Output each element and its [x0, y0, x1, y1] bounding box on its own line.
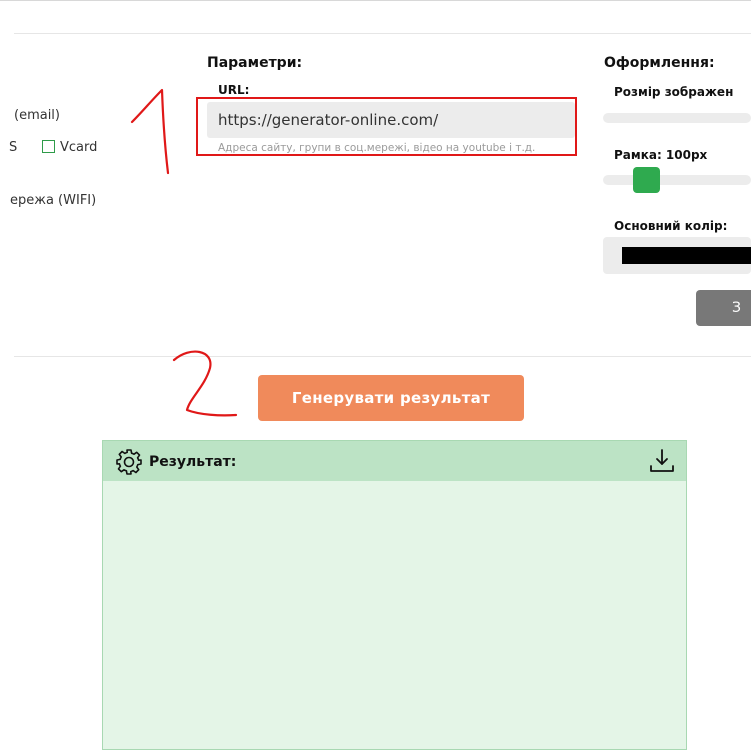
option-sms-label: S — [9, 140, 18, 155]
result-panel: Результат: — [102, 440, 687, 750]
image-size-slider[interactable] — [603, 113, 751, 123]
params-title: Параметри: — [207, 55, 303, 71]
option-email-label: (email) — [14, 108, 60, 123]
frame-slider[interactable] — [603, 175, 751, 185]
main-color-label: Основний колір: — [614, 219, 728, 233]
option-sms[interactable]: S — [9, 140, 17, 155]
result-title: Результат: — [149, 454, 237, 470]
main-color-swatch[interactable] — [622, 247, 751, 264]
option-vcard-label: Vcard — [60, 140, 98, 155]
top-separator — [14, 33, 751, 34]
top-border — [0, 0, 751, 3]
option-email[interactable]: (email) — [14, 108, 60, 123]
frame-label: Рамка: 100px — [614, 148, 708, 162]
frame-slider-thumb[interactable] — [633, 167, 660, 193]
middle-separator — [14, 356, 751, 357]
option-wifi-label: ережа (WIFI) — [10, 193, 97, 208]
gear-icon — [116, 449, 142, 475]
annotation-mark-1 — [130, 88, 170, 175]
gray-action-button-label: З — [732, 300, 741, 316]
generate-button[interactable]: Генерувати результат — [258, 375, 524, 421]
option-vcard[interactable]: Vcard — [42, 140, 97, 155]
design-title: Оформлення: — [604, 55, 715, 71]
download-icon[interactable] — [648, 447, 676, 475]
image-size-label: Розмір зображен — [614, 85, 734, 99]
vcard-checkbox[interactable] — [42, 140, 55, 153]
gray-action-button[interactable]: З — [696, 290, 751, 326]
result-header: Результат: — [103, 441, 686, 481]
url-hint: Адреса сайту, групи в соц.мережі, відео … — [218, 142, 536, 154]
annotation-mark-2 — [172, 350, 238, 417]
option-wifi[interactable]: ережа (WIFI) — [10, 193, 96, 208]
url-label: URL: — [218, 83, 250, 97]
url-input[interactable] — [207, 102, 575, 138]
